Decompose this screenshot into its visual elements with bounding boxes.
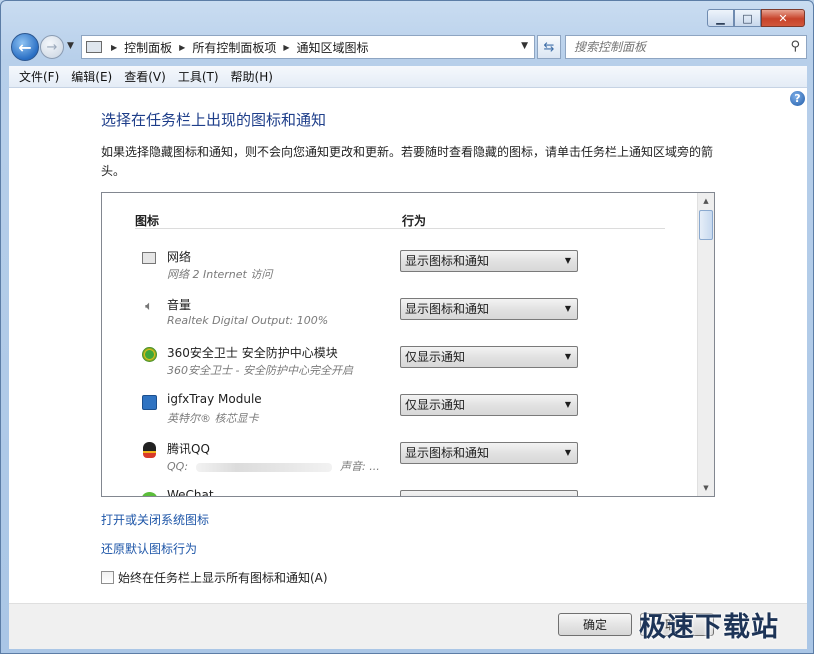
- item-description: 360安全卫士 - 安全防护中心完全开启: [167, 364, 353, 377]
- breadcrumb-notification-icons[interactable]: 通知区域图标: [297, 39, 369, 56]
- behavior-value: 仅显示通知: [405, 398, 466, 412]
- behavior-value: 仅显示通知: [405, 350, 466, 364]
- search-input[interactable]: [574, 40, 774, 54]
- chevron-right-icon[interactable]: ▶: [283, 43, 289, 52]
- item-description: QQ: 声音: ...: [167, 458, 380, 474]
- maximize-button[interactable]: □: [734, 9, 761, 27]
- item-description: Realtek Digital Output: 100%: [167, 314, 329, 327]
- scroll-thumb[interactable]: [699, 210, 713, 240]
- breadcrumb-control-panel[interactable]: 控制面板: [124, 39, 172, 56]
- list-header: 图标 行为: [135, 212, 665, 229]
- item-description-suffix: 声音: ...: [340, 460, 380, 473]
- list-item: 🔈︎ 音量 Realtek Digital Output: 100% 显示图标和…: [140, 293, 700, 337]
- checkbox-label: 始终在任务栏上显示所有图标和通知(A): [118, 571, 328, 585]
- redacted-text: [196, 462, 333, 472]
- behavior-select[interactable]: [400, 490, 578, 496]
- wechat-icon: [140, 489, 158, 496]
- control-panel-window: ▁ □ ✕ ← → ▼ ▶ 控制面板 ▶ 所有控制面板项 ▶ 通知区域图标 ▼ …: [0, 0, 814, 654]
- back-button[interactable]: ←: [11, 33, 39, 61]
- behavior-value: 显示图标和通知: [405, 446, 490, 460]
- list-scrollbar[interactable]: ▲ ▼: [697, 193, 714, 496]
- item-name: 音量: [167, 298, 192, 312]
- notification-icons-list: 图标 行为 网络 网络 2 Internet 访问 显示图标和通知 ▼ 🔈︎ 音量…: [101, 192, 715, 497]
- network-icon: [140, 249, 158, 267]
- qq-penguin-icon: [140, 441, 158, 459]
- list-item: 网络 网络 2 Internet 访问 显示图标和通知 ▼: [140, 245, 700, 289]
- menu-bar: 文件(F) 编辑(E) 查看(V) 工具(T) 帮助(H): [9, 66, 807, 88]
- item-description: 英特尔® 核芯显卡: [167, 412, 259, 425]
- chevron-down-icon: ▼: [564, 256, 571, 265]
- column-icon: 图标: [135, 214, 160, 228]
- item-name: WeChat: [167, 488, 214, 497]
- 360-security-icon: [140, 345, 158, 363]
- content-pane: ? 选择在任务栏上出现的图标和通知 如果选择隐藏图标和通知，则不会向您通知更改和…: [9, 88, 807, 603]
- close-button[interactable]: ✕: [761, 9, 805, 27]
- behavior-select[interactable]: 显示图标和通知 ▼: [400, 298, 578, 320]
- ok-button[interactable]: 确定: [558, 613, 632, 636]
- chevron-right-icon[interactable]: ▶: [179, 43, 185, 52]
- item-description: 网络 2 Internet 访问: [167, 268, 273, 281]
- list-item: igfxTray Module 英特尔® 核芯显卡 仅显示通知 ▼: [140, 389, 700, 433]
- computer-icon: [86, 41, 102, 53]
- history-dropdown-icon[interactable]: ▼: [67, 41, 74, 51]
- forward-button[interactable]: →: [40, 35, 64, 59]
- behavior-value: 显示图标和通知: [405, 254, 490, 268]
- chevron-down-icon: ▼: [564, 448, 571, 457]
- help-icon[interactable]: ?: [790, 91, 805, 106]
- menu-help[interactable]: 帮助(H): [225, 68, 279, 85]
- refresh-icon: ⇆: [543, 39, 555, 55]
- list-item: 腾讯QQ QQ: 声音: ... 显示图标和通知 ▼: [140, 437, 700, 481]
- breadcrumb-all-items[interactable]: 所有控制面板项: [192, 39, 276, 56]
- behavior-select[interactable]: 仅显示通知 ▼: [400, 394, 578, 416]
- item-name: igfxTray Module: [167, 392, 262, 406]
- arrow-left-icon: ←: [18, 37, 32, 57]
- search-icon[interactable]: ⚲: [790, 39, 800, 54]
- behavior-select[interactable]: 显示图标和通知 ▼: [400, 250, 578, 272]
- intel-graphics-icon: [140, 393, 158, 411]
- menu-edit[interactable]: 编辑(E): [65, 68, 118, 85]
- item-name: 腾讯QQ: [167, 442, 210, 456]
- scroll-up-icon[interactable]: ▲: [698, 193, 714, 209]
- watermark-logo: 极速下载站: [639, 612, 779, 643]
- behavior-select[interactable]: 显示图标和通知 ▼: [400, 442, 578, 464]
- arrow-right-icon: →: [46, 39, 58, 55]
- chevron-down-icon: ▼: [564, 400, 571, 409]
- behavior-select[interactable]: 仅显示通知 ▼: [400, 346, 578, 368]
- scroll-down-icon[interactable]: ▼: [698, 480, 714, 496]
- restore-default-link[interactable]: 还原默认图标行为: [101, 540, 197, 557]
- minimize-button[interactable]: ▁: [707, 9, 734, 27]
- chevron-down-icon: ▼: [564, 304, 571, 313]
- column-behavior: 行为: [402, 214, 427, 228]
- menu-file[interactable]: 文件(F): [13, 68, 65, 85]
- behavior-value: 显示图标和通知: [405, 302, 490, 316]
- page-title: 选择在任务栏上出现的图标和通知: [101, 111, 327, 129]
- list-item: 360安全卫士 安全防护中心模块 360安全卫士 - 安全防护中心完全开启 仅显…: [140, 341, 700, 385]
- menu-view[interactable]: 查看(V): [118, 68, 172, 85]
- item-name: 网络: [167, 250, 192, 264]
- list-item: WeChat: [140, 485, 700, 497]
- chevron-down-icon: ▼: [564, 352, 571, 361]
- item-name: 360安全卫士 安全防护中心模块: [167, 346, 338, 360]
- always-show-checkbox[interactable]: 始终在任务栏上显示所有图标和通知(A): [101, 569, 328, 586]
- navigation-bar: ← → ▼ ▶ 控制面板 ▶ 所有控制面板项 ▶ 通知区域图标 ▼ ⇆ ⚲: [9, 32, 809, 62]
- chevron-right-icon[interactable]: ▶: [111, 43, 117, 52]
- address-dropdown-icon[interactable]: ▼: [521, 41, 528, 51]
- menu-tools[interactable]: 工具(T): [172, 68, 225, 85]
- volume-icon: 🔈︎: [145, 298, 153, 314]
- checkbox-box[interactable]: [101, 571, 114, 584]
- address-bar[interactable]: ▶ 控制面板 ▶ 所有控制面板项 ▶ 通知区域图标 ▼: [81, 35, 535, 59]
- item-description-prefix: QQ:: [167, 460, 189, 473]
- system-icons-link[interactable]: 打开或关闭系统图标: [101, 511, 209, 528]
- caption-buttons: ▁ □ ✕: [707, 9, 805, 27]
- search-box[interactable]: ⚲: [565, 35, 807, 59]
- refresh-button[interactable]: ⇆: [537, 35, 561, 59]
- page-description: 如果选择隐藏图标和通知，则不会向您通知更改和更新。若要随时查看隐藏的图标，请单击…: [101, 145, 714, 178]
